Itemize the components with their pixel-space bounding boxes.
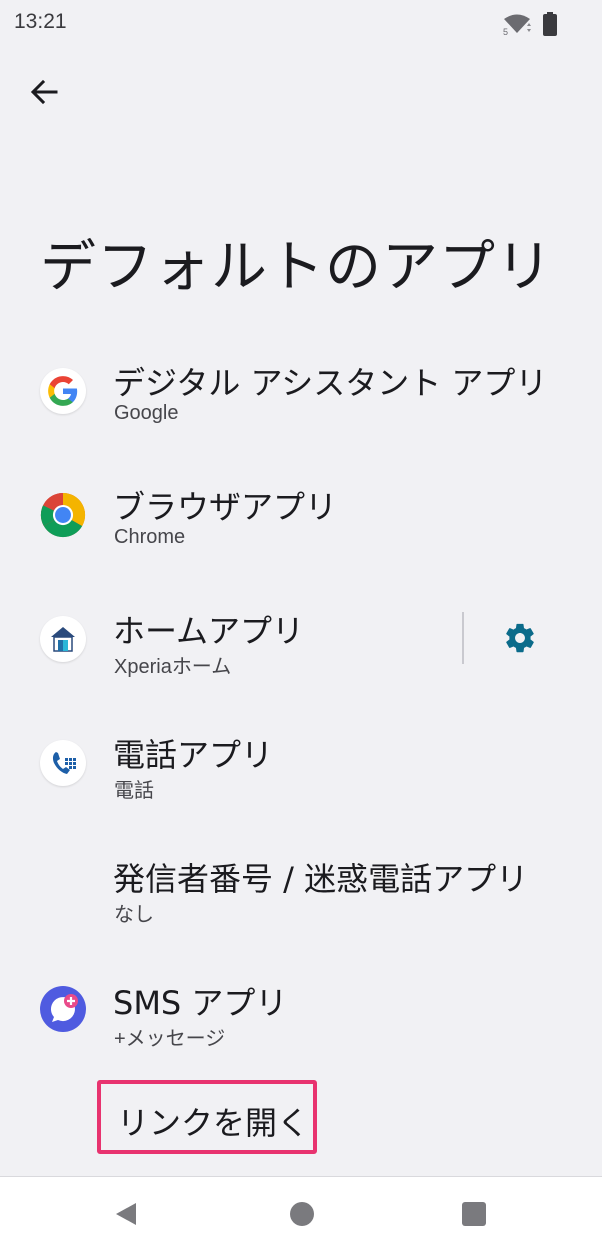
item-subtitle: Chrome [114,526,186,548]
chrome-icon [40,492,86,538]
gear-icon [506,623,534,653]
arrow-left-icon [30,79,58,105]
vertical-divider [462,612,464,664]
item-subtitle: Google [114,402,179,424]
item-title: ホームアプリ [113,612,305,650]
plus-message-icon [40,986,86,1032]
list-item-phone-app[interactable]: 電話アプリ 電話 [0,708,602,818]
navigation-bar [0,1176,602,1250]
item-title: デジタル アシスタント アプリ [113,364,548,402]
list-item-home-app[interactable]: ホームアプリ Xperiaホーム [0,584,450,694]
home-app-settings-button[interactable] [496,614,544,662]
nav-recents-icon[interactable] [462,1202,486,1226]
list-item-caller-id-spam-app[interactable]: 発信者番号 / 迷惑電話アプリ なし [0,832,602,942]
item-title: リンクを開く [117,1104,310,1142]
list-item-open-links[interactable]: リンクを開く [97,1080,317,1154]
item-title: SMS アプリ [113,984,288,1022]
wifi-icon: 5 [503,14,531,36]
item-subtitle: +メッセージ [114,1028,226,1050]
item-title: 発信者番号 / 迷惑電話アプリ [113,860,529,898]
list-item-sms-app[interactable]: SMS アプリ +メッセージ [0,956,602,1066]
phone-icon [40,740,86,786]
nav-back-icon[interactable] [114,1201,140,1227]
back-button[interactable] [22,70,66,114]
settings-screen: 13:21 5 デフォルトのアプリ デジタル アシスタント アプリ Google… [0,0,602,1250]
google-icon [40,368,86,414]
item-subtitle: Xperiaホーム [114,656,232,678]
list-item-digital-assistant[interactable]: デジタル アシスタント アプリ Google [0,336,602,446]
battery-icon [543,12,557,36]
item-subtitle: なし [114,904,154,926]
status-bar: 13:21 5 [0,0,602,50]
item-title: 電話アプリ [113,736,274,774]
item-subtitle: 電話 [114,780,154,802]
wifi-band-label: 5 [503,27,508,36]
status-time: 13:21 [14,10,67,33]
nav-home-icon[interactable] [290,1202,314,1226]
list-item-browser[interactable]: ブラウザアプリ Chrome [0,460,602,570]
page-title: デフォルトのアプリ [40,235,553,300]
xperia-home-icon [40,616,86,662]
item-title: ブラウザアプリ [113,488,338,526]
